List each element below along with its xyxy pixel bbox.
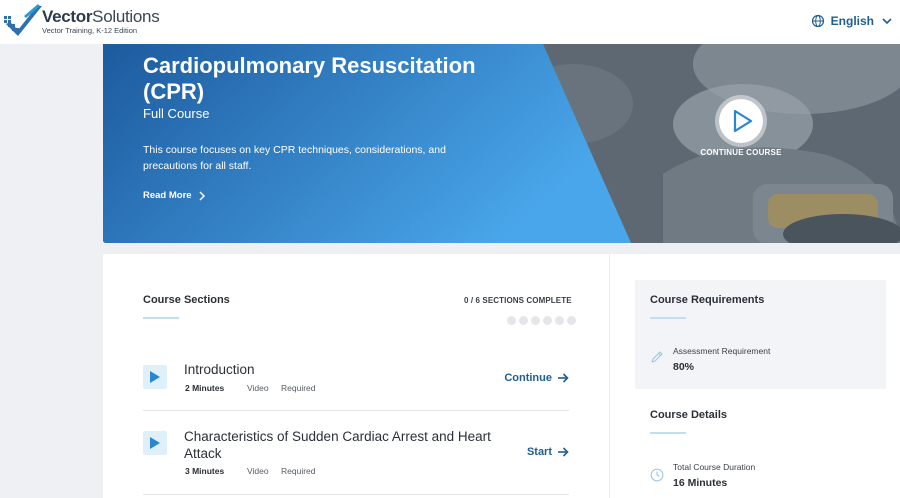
assessment-requirement-label: Assessment Requirement — [673, 346, 771, 356]
course-requirements-heading: Course Requirements — [650, 294, 765, 306]
section-action-label: Continue — [504, 372, 552, 384]
play-icon — [733, 109, 753, 133]
sections-heading-underline — [143, 317, 179, 319]
arrow-right-icon — [558, 373, 569, 383]
course-sections-heading: Course Sections — [143, 294, 230, 306]
section-row-introduction: Introduction 2 Minutes Video Required Co… — [143, 358, 569, 410]
course-requirements-panel: Course Requirements Assessment Requireme… — [635, 280, 886, 389]
section-play-button[interactable] — [143, 431, 167, 455]
course-subtitle: Full Course — [143, 106, 210, 121]
progress-dot — [555, 316, 564, 325]
continue-course-label[interactable]: CONTINUE COURSE — [691, 148, 791, 157]
section-title[interactable]: Introduction — [184, 361, 255, 378]
logo-mark-icon — [4, 4, 42, 36]
details-heading-underline — [650, 432, 686, 434]
brand-tagline: Vector Training, K-12 Edition — [42, 26, 138, 35]
brand-name: VectorSolutions — [42, 7, 160, 27]
pencil-icon — [651, 351, 663, 363]
course-title: Cardiopulmonary Resuscitation (CPR) — [143, 53, 476, 104]
progress-dot — [507, 316, 516, 325]
globe-icon — [811, 14, 824, 28]
section-play-button[interactable] — [143, 365, 167, 389]
section-type: Video — [247, 466, 269, 476]
total-duration-label: Total Course Duration — [673, 462, 756, 472]
course-hero-banner: Cardiopulmonary Resuscitation (CPR) Full… — [103, 44, 900, 243]
course-content-card: Course Sections 0 / 6 SECTIONS COMPLETE … — [103, 254, 900, 498]
section-duration: 3 Minutes — [185, 466, 225, 476]
brand-name-light: Solutions — [92, 7, 160, 26]
section-status: Required — [281, 466, 316, 476]
course-details-heading: Course Details — [650, 409, 728, 421]
column-divider — [609, 254, 610, 498]
language-label: English — [830, 14, 874, 28]
top-header: VectorSolutions Vector Training, K-12 Ed… — [0, 0, 900, 44]
continue-section-button[interactable]: Continue — [504, 372, 569, 384]
sections-progress-dots — [507, 316, 576, 325]
start-section-button[interactable]: Start — [527, 446, 569, 458]
progress-dot — [567, 316, 576, 325]
course-description: This course focuses on key CPR technique… — [143, 144, 446, 172]
play-icon — [150, 437, 160, 449]
assessment-requirement-value: 80% — [673, 361, 695, 373]
language-selector[interactable]: English — [811, 12, 894, 30]
chevron-down-icon — [882, 18, 892, 25]
requirements-heading-underline — [650, 317, 686, 319]
arrow-right-icon — [558, 447, 569, 457]
play-icon — [150, 371, 160, 383]
section-type: Video — [247, 383, 269, 393]
total-duration-value: 16 Minutes — [673, 477, 728, 489]
section-action-label: Start — [526, 446, 552, 458]
section-meta: 3 Minutes Video Required — [185, 466, 316, 476]
progress-dot — [531, 316, 540, 325]
clock-icon — [650, 468, 664, 482]
row-divider — [143, 410, 569, 411]
sections-progress-text: 0 / 6 SECTIONS COMPLETE — [464, 296, 572, 305]
progress-dot — [543, 316, 552, 325]
read-more-link[interactable]: Read More — [143, 190, 206, 201]
brand-name-bold: Vector — [42, 7, 93, 26]
course-details-panel: Course Details Total Course Duration 16 … — [635, 399, 886, 498]
section-row-cardiac-arrest: Characteristics of Sudden Cardiac Arrest… — [143, 428, 569, 494]
row-divider — [143, 494, 569, 495]
section-status: Required — [281, 383, 316, 393]
progress-dot — [519, 316, 528, 325]
read-more-label: Read More — [143, 190, 192, 201]
section-title[interactable]: Characteristics of Sudden Cardiac Arrest… — [184, 428, 504, 462]
vector-solutions-logo[interactable]: VectorSolutions Vector Training, K-12 Ed… — [4, 4, 164, 38]
section-duration: 2 Minutes — [185, 383, 225, 393]
section-meta: 2 Minutes Video Required — [185, 383, 316, 393]
chevron-right-icon — [199, 190, 205, 201]
continue-course-play-button[interactable] — [715, 95, 767, 147]
